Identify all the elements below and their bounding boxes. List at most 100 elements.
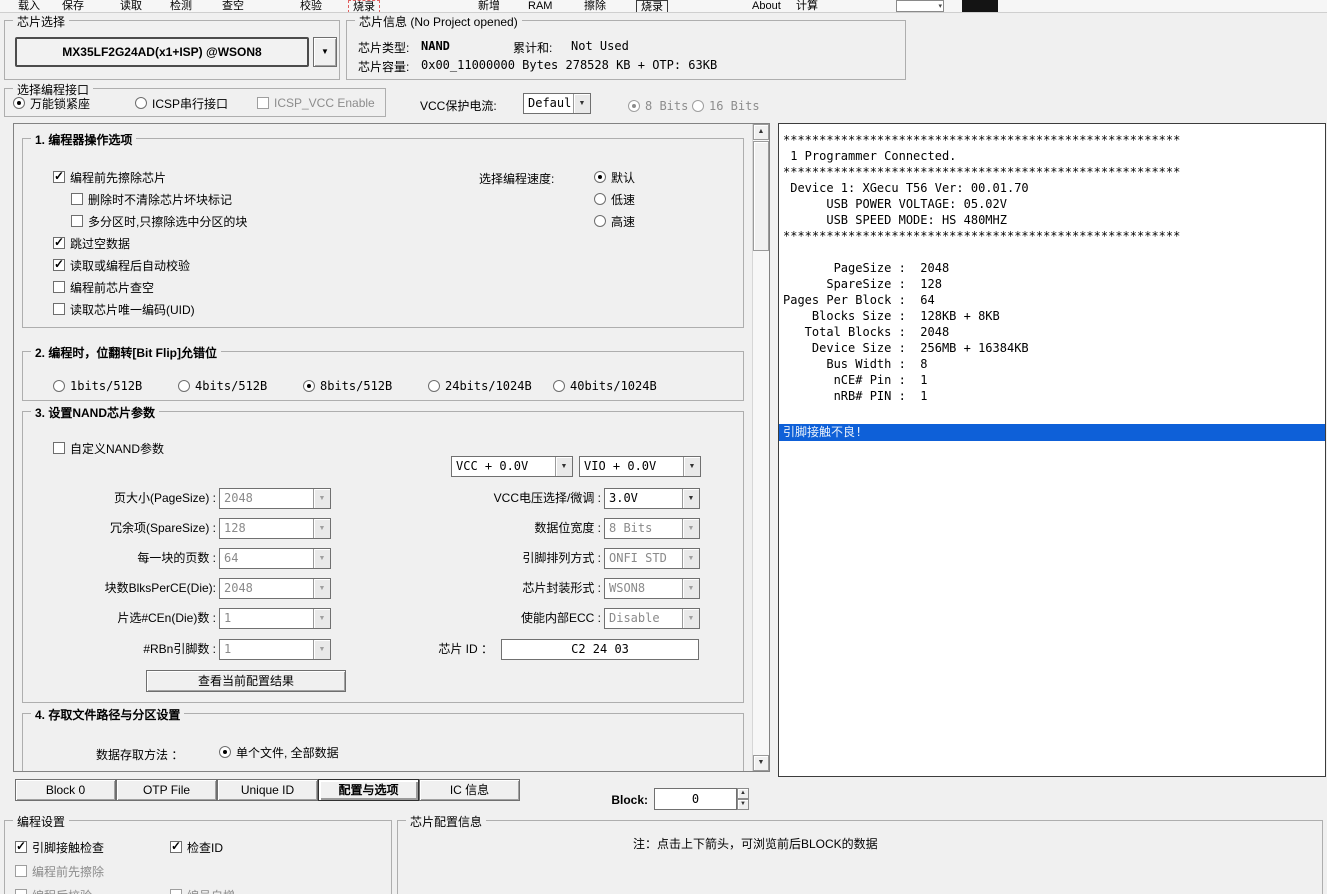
package-select[interactable]: WSON8▼ (604, 578, 700, 599)
spin-up-button[interactable]: ▲ (737, 788, 749, 799)
radio-speed-high[interactable]: 高速 (594, 213, 635, 229)
access-method-label: 数据存取方法 ： (96, 746, 183, 763)
arrow-down-icon: ▼ (758, 759, 765, 766)
radio-speed-low[interactable]: 低速 (594, 191, 635, 207)
checkbox-icsp-vcc-enable[interactable]: ICSP_VCC Enable (257, 95, 375, 111)
checkbox-pin-contact-check[interactable]: 引脚接触检查 (15, 839, 104, 855)
vio-offset-select[interactable]: VIO + 0.0V ▼ (579, 456, 701, 477)
sparesize-label: 冗余项(SpareSize) : (23, 520, 216, 536)
checkbox-check-id[interactable]: 检查ID (170, 839, 223, 855)
pages-per-block-select[interactable]: 64▼ (219, 548, 331, 569)
toolbar-read-button[interactable]: 读取 (120, 0, 142, 13)
internal-ecc-select[interactable]: Disable▼ (604, 608, 700, 629)
scroll-down-button[interactable]: ▼ (753, 755, 769, 771)
radio-label: 8 Bits (645, 99, 688, 113)
checkbox-icon (53, 281, 65, 293)
chip-type-label: 芯片类型: (358, 39, 409, 56)
radio-label: ICSP串行接口 (152, 95, 228, 112)
tab-ic-info[interactable]: IC 信息 (419, 779, 520, 801)
chip-id-field[interactable]: C2 24 03 (501, 639, 699, 660)
toolbar-add-button[interactable]: 新增 (478, 0, 500, 13)
toolbar-test-button[interactable]: 检测 (170, 0, 192, 13)
toolbar-save-button[interactable]: 保存 (62, 0, 84, 13)
checkbox-keep-badblock-marks[interactable]: 删除时不清除芯片坏块标记 (71, 191, 232, 207)
toolbar-erase-button[interactable]: 擦除 (584, 0, 606, 13)
radio-icon (594, 215, 606, 227)
radio-icon (178, 380, 190, 392)
checkbox-blankcheck-before-program[interactable]: 编程前芯片查空 (53, 279, 154, 295)
ce-count-select[interactable]: 1▼ (219, 608, 331, 629)
radio-label: 8bits/512B (320, 379, 392, 393)
toolbar-load-button[interactable]: 载入 (18, 0, 40, 13)
pages-per-block-label: 每一块的页数 : (23, 550, 216, 566)
chevron-down-icon: ▼ (313, 489, 330, 508)
toolbar-program-button[interactable]: 烧录 (348, 0, 380, 13)
pagesize-select[interactable]: 2048▼ (219, 488, 331, 509)
toolbar-blankcheck-button[interactable]: 查空 (222, 0, 244, 13)
toolbar-about-button[interactable]: About (752, 0, 781, 13)
tab-unique-id[interactable]: Unique ID (217, 779, 318, 801)
scrollbar-thumb[interactable] (753, 141, 769, 251)
radio-bitflip-8-512[interactable]: 8bits/512B (303, 378, 392, 394)
sparesize-select[interactable]: 128▼ (219, 518, 331, 539)
radio-icsp-serial[interactable]: ICSP串行接口 (135, 95, 228, 111)
radio-universal-socket[interactable]: 万能锁紧座 (13, 95, 90, 111)
chevron-down-icon: ▼ (313, 519, 330, 538)
radio-icon (628, 100, 640, 112)
checkbox-label: 编程前芯片查空 (70, 279, 154, 296)
tab-config-options[interactable]: 配置与选项 (318, 779, 419, 801)
rbn-pins-select[interactable]: 1▼ (219, 639, 331, 660)
blocks-per-ce-select[interactable]: 2048▼ (219, 578, 331, 599)
radio-bitflip-24-1024[interactable]: 24bits/1024B (428, 378, 532, 394)
radio-8bits[interactable]: 8 Bits (628, 98, 688, 114)
tab-block0[interactable]: Block 0 (15, 779, 116, 801)
bitflip-group: 2. 编程时，位翻转[Bit Flip]允错位 1bits/512B 4bits… (22, 351, 744, 401)
radio-icon (594, 171, 606, 183)
toolbar-ram-button[interactable]: RAM (528, 0, 552, 13)
chip-type-value: NAND (421, 39, 450, 53)
checkbox-erase-selected-partition[interactable]: 多分区时,只擦除选中分区的块 (71, 213, 247, 229)
checkbox-verify-after-program[interactable]: 编程后校验 (15, 887, 92, 894)
checkbox-auto-verify[interactable]: 读取或编程后自动校验 (53, 257, 190, 273)
toolbar-calculator-button[interactable]: 计算 (796, 0, 818, 13)
checkbox-serial-autoincrement[interactable]: 编号自增 (170, 887, 235, 894)
chip-info-group-label: 芯片信息 (No Project opened) (355, 13, 522, 30)
bus-width-select[interactable]: 8 Bits▼ (604, 518, 700, 539)
package-label: 芯片封装形式 : (373, 580, 601, 596)
checkbox-icon (71, 215, 83, 227)
checkbox-read-uid[interactable]: 读取芯片唯一编码(UID) (53, 301, 195, 317)
selected-value: WSON8 (609, 579, 681, 598)
checkbox-erase-before-program[interactable]: 编程前先擦除芯片 (53, 169, 166, 185)
radio-16bits[interactable]: 16 Bits (692, 98, 760, 114)
rbn-pins-label: #RBn引脚数 : (23, 641, 216, 657)
checkbox-custom-nand-params[interactable]: 自定义NAND参数 (53, 440, 164, 456)
radio-speed-default[interactable]: 默认 (594, 169, 635, 185)
log-text: ****************************************… (779, 124, 1325, 404)
radio-single-file-all-data[interactable]: 单个文件, 全部数据 (219, 744, 339, 760)
chip-select-combobox[interactable]: MX35LF2G24AD(x1+ISP) @WSON8 (15, 37, 309, 67)
block-number-input[interactable]: 0 (654, 788, 737, 810)
checkbox-skip-blank-data[interactable]: 跳过空数据 (53, 235, 130, 251)
log-console: ****************************************… (778, 123, 1326, 777)
toolbar-verify-button[interactable]: 校验 (300, 0, 322, 13)
radio-bitflip-4-512[interactable]: 4bits/512B (178, 378, 267, 394)
chip-select-dropdown-button[interactable]: ▼ (313, 37, 337, 67)
chevron-down-icon: ▼ (682, 579, 699, 598)
pinout-select[interactable]: ONFI STD▼ (604, 548, 700, 569)
radio-bitflip-40-1024[interactable]: 40bits/1024B (553, 378, 657, 394)
vcc-offset-select[interactable]: VCC + 0.0V ▼ (451, 456, 573, 477)
vcc-protect-select[interactable]: Default ▼ (523, 93, 591, 114)
vcc-voltage-select[interactable]: 3.0V▼ (604, 488, 700, 509)
spin-down-button[interactable]: ▼ (737, 799, 749, 810)
chevron-down-icon: ▼ (313, 609, 330, 628)
tab-otp-file[interactable]: OTP File (116, 779, 217, 801)
group4-title: 4. 存取文件路径与分区设置 (31, 706, 184, 723)
toolbar-program2-button[interactable]: 烧录 (636, 0, 668, 13)
toolbar-device-select[interactable]: ▾ (896, 0, 944, 12)
options-scrollbar[interactable]: ▲ ▼ (752, 124, 769, 771)
radio-bitflip-1-512[interactable]: 1bits/512B (53, 378, 142, 394)
scroll-up-button[interactable]: ▲ (753, 124, 769, 140)
selected-value: ONFI STD (609, 549, 681, 568)
view-config-button[interactable]: 查看当前配置结果 (146, 670, 346, 692)
checkbox-erase-first[interactable]: 编程前先擦除 (15, 863, 104, 879)
